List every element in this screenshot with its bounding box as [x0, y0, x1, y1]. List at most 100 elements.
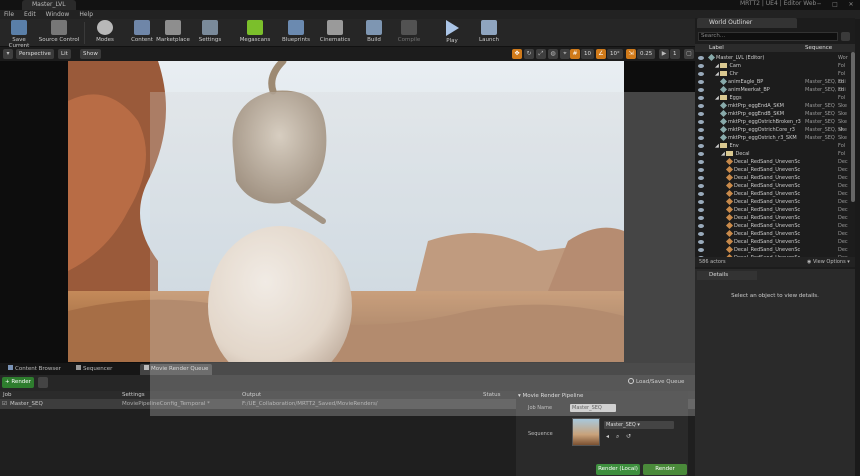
- outliner-row[interactable]: animEagle_BP Master_SEQ, sh Edi: [695, 78, 850, 86]
- browse-icon[interactable]: ⌕: [616, 433, 619, 441]
- visibility-eye-icon[interactable]: [698, 200, 704, 204]
- outliner-row[interactable]: Decal_RedSand_UnevenSc Dec: [695, 158, 850, 166]
- use-selected-icon[interactable]: ◂: [606, 433, 609, 440]
- content-button[interactable]: Content: [128, 20, 156, 46]
- grid-snap-value[interactable]: 10: [581, 49, 594, 59]
- visibility-eye-icon[interactable]: [698, 152, 704, 156]
- outliner-row[interactable]: Decal_RedSand_UnevenSc Dec: [695, 230, 850, 238]
- outliner-row[interactable]: Decal_RedSand_UnevenSc Dec: [695, 214, 850, 222]
- rotate-icon[interactable]: ↻: [524, 49, 534, 59]
- viewport-options-icon[interactable]: ▾: [3, 49, 13, 59]
- outliner-row[interactable]: Decal_RedSand_UnevenSc Dec: [695, 206, 850, 214]
- menu-help[interactable]: Help: [79, 10, 93, 19]
- outliner-row[interactable]: Decal_RedSand_UnevenSc Dec: [695, 166, 850, 174]
- load-save-queue-button[interactable]: Load/Save Queue ▾: [628, 377, 688, 396]
- compile-button[interactable]: Compile: [396, 20, 422, 46]
- view-options-button[interactable]: ◉ View Options ▾: [807, 257, 850, 267]
- camera-speed-value[interactable]: 1: [670, 49, 680, 59]
- menu-file[interactable]: File: [4, 10, 14, 19]
- visibility-eye-icon[interactable]: [698, 184, 704, 188]
- outliner-row[interactable]: mktPrp_eggOstrichCore_r3 Master_SEQ, sh Sk…: [695, 126, 850, 134]
- outliner-row[interactable]: mktPrp_eggOstrich_r3_SKM Master_SEQ Ske: [695, 134, 850, 142]
- menu-edit[interactable]: Edit: [24, 10, 36, 19]
- visibility-eye-icon[interactable]: [698, 144, 704, 148]
- outliner-row[interactable]: Decal_RedSand_UnevenSc Dec: [695, 174, 850, 182]
- settings-button[interactable]: Settings: [196, 20, 224, 46]
- modes-button[interactable]: Modes: [90, 20, 120, 46]
- visibility-eye-icon[interactable]: [698, 248, 704, 252]
- close-icon[interactable]: ✕: [844, 1, 858, 8]
- outliner-row[interactable]: mktPrp_eggEndA_SKM Master_SEQ Ske: [695, 102, 850, 110]
- visibility-eye-icon[interactable]: [698, 128, 704, 132]
- render-settings-icon[interactable]: [38, 377, 48, 388]
- visibility-eye-icon[interactable]: [698, 112, 704, 116]
- blueprints-button[interactable]: Blueprints: [280, 20, 312, 46]
- lit-button[interactable]: Lit: [58, 49, 71, 59]
- outliner-row[interactable]: ◢ Cam Fol: [695, 62, 850, 70]
- scale-snap-value[interactable]: 0.25: [637, 49, 656, 59]
- tab-movie-render-queue[interactable]: Movie Render Queue: [140, 364, 213, 375]
- menu-window[interactable]: Window: [46, 10, 70, 19]
- visibility-eye-icon[interactable]: [698, 120, 704, 124]
- perspective-button[interactable]: Perspective: [16, 49, 54, 59]
- visibility-eye-icon[interactable]: [698, 56, 704, 60]
- outliner-row[interactable]: Decal_RedSand_UnevenSc Dec: [695, 190, 850, 198]
- render-local-button[interactable]: Render (Local): [596, 464, 640, 475]
- outliner-row[interactable]: Decal_RedSand_UnevenSc Dec: [695, 198, 850, 206]
- outliner-scrollbar[interactable]: [851, 52, 855, 202]
- outliner-row[interactable]: Decal_RedSand_UnevenSc Dec: [695, 246, 850, 254]
- scale-icon[interactable]: ⤢: [536, 49, 546, 59]
- build-button[interactable]: Build: [362, 20, 386, 46]
- angle-snap-icon[interactable]: ∠: [596, 49, 606, 59]
- outliner-row[interactable]: mktPrp_eggOstrichBroken_r3 Master_SEQ Ske: [695, 118, 850, 126]
- add-render-button[interactable]: + Render ▾: [2, 377, 34, 396]
- translate-icon[interactable]: ✥: [512, 49, 522, 59]
- visibility-eye-icon[interactable]: [698, 80, 704, 84]
- job-settings[interactable]: MoviePipelineConfig_Temporal *: [122, 399, 210, 409]
- outliner-row[interactable]: ◢ Env Fol: [695, 142, 850, 150]
- visibility-eye-icon[interactable]: [698, 96, 704, 100]
- reset-icon[interactable]: ↺: [626, 433, 631, 440]
- camera-speed-icon[interactable]: ▶: [659, 49, 669, 59]
- outliner-row[interactable]: ◢ Chr Fol: [695, 70, 850, 78]
- marketplace-button[interactable]: Marketplace: [156, 20, 190, 46]
- outliner-row[interactable]: Master_LVL (Editor) Wor: [695, 54, 850, 62]
- level-tab[interactable]: Master_LVL: [22, 0, 76, 10]
- outliner-row[interactable]: Decal_RedSand_UnevenSc Dec: [695, 182, 850, 190]
- sequence-picker[interactable]: Master_SEQ ▾: [604, 421, 674, 429]
- outliner-row[interactable]: animMeerkat_BP Master_SEQ, sh Edi: [695, 86, 850, 94]
- source-control-button[interactable]: Source Control: [38, 20, 80, 46]
- visibility-eye-icon[interactable]: [698, 240, 704, 244]
- job-checkbox[interactable]: ☑: [2, 399, 7, 409]
- tab-sequencer[interactable]: Sequencer: [72, 364, 116, 375]
- megascans-button[interactable]: Megascans: [238, 20, 272, 46]
- outliner-row[interactable]: ◢ Eggs Fol: [695, 94, 850, 102]
- visibility-eye-icon[interactable]: [698, 224, 704, 228]
- visibility-eye-icon[interactable]: [698, 64, 704, 68]
- maximize-icon[interactable]: □: [828, 1, 842, 8]
- angle-snap-value[interactable]: 10°: [607, 49, 623, 59]
- save-current-button[interactable]: Save Current: [2, 20, 36, 49]
- scale-snap-icon[interactable]: ⇲: [626, 49, 636, 59]
- world-local-icon[interactable]: ◍: [548, 49, 558, 59]
- tab-details[interactable]: Details: [697, 271, 757, 280]
- visibility-eye-icon[interactable]: [698, 136, 704, 140]
- grid-snap-icon[interactable]: #: [570, 49, 580, 59]
- visibility-eye-icon[interactable]: [698, 216, 704, 220]
- launch-button[interactable]: Launch: [476, 20, 502, 46]
- show-button[interactable]: Show: [80, 49, 101, 59]
- render-remote-button[interactable]: Render (Remote): [643, 464, 687, 475]
- outliner-row[interactable]: ◢ Decal Fol: [695, 150, 850, 158]
- tab-world-outliner[interactable]: World Outliner: [697, 18, 797, 28]
- job-name-field[interactable]: Master_SEQ: [570, 404, 616, 412]
- play-button[interactable]: Play: [440, 20, 464, 46]
- visibility-eye-icon[interactable]: [698, 72, 704, 76]
- cinematics-button[interactable]: Cinematics: [318, 20, 352, 46]
- visibility-eye-icon[interactable]: [698, 104, 704, 108]
- outliner-row[interactable]: mktPrp_eggEndB_SKM Master_SEQ Ske: [695, 110, 850, 118]
- visibility-eye-icon[interactable]: [698, 192, 704, 196]
- visibility-eye-icon[interactable]: [698, 88, 704, 92]
- level-viewport[interactable]: ▾ Perspective Lit Show ✥ ↻ ⤢ ◍ ⌖ # 10 ∠ …: [0, 47, 695, 363]
- surface-snap-icon[interactable]: ⌖: [560, 49, 570, 59]
- outliner-search-input[interactable]: Search...: [698, 32, 838, 41]
